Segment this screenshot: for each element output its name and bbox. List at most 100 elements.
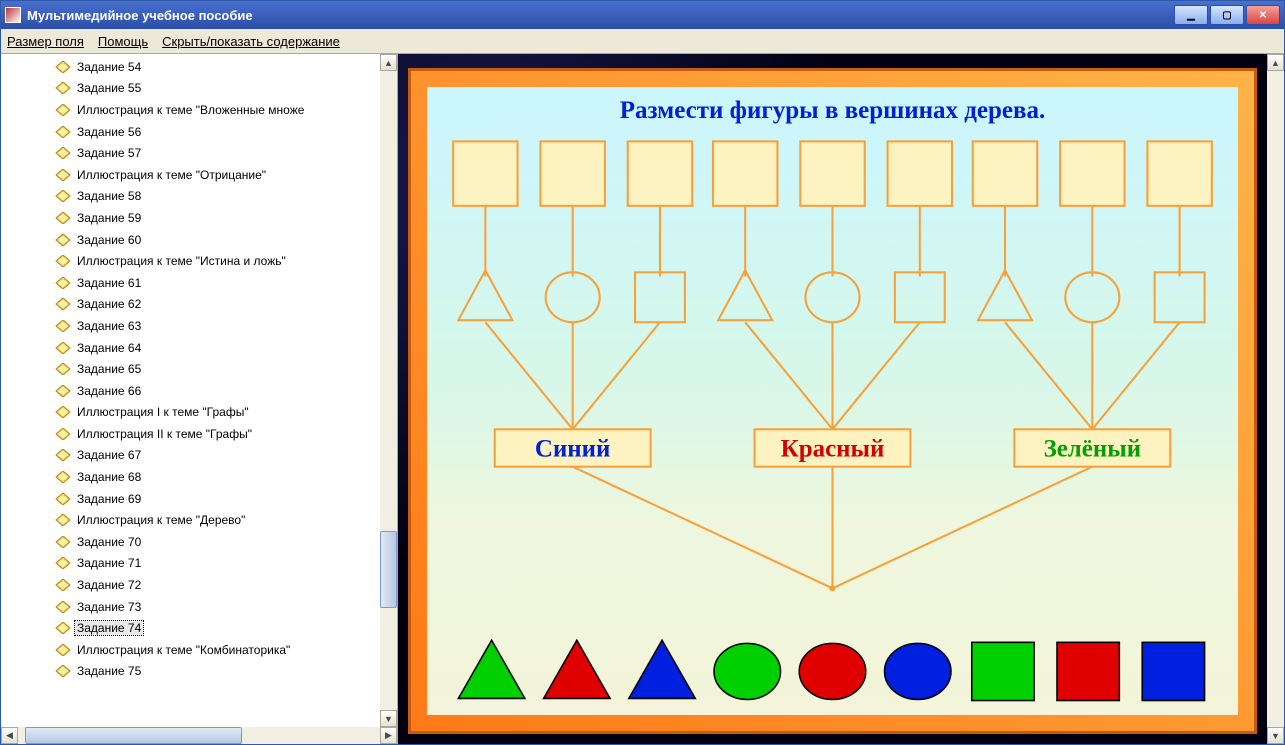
scroll-down-button[interactable]: ▼ (380, 710, 397, 727)
toc-item[interactable]: Задание 63 (1, 315, 380, 337)
toc-item[interactable]: Иллюстрация к теме "Дерево" (1, 509, 380, 531)
leaf-slot[interactable] (1060, 141, 1124, 205)
leaf-slot[interactable] (713, 141, 777, 205)
leaf-slot[interactable] (973, 141, 1037, 205)
toc-item[interactable]: Задание 68 (1, 466, 380, 488)
toc-item[interactable]: Задание 56 (1, 121, 380, 143)
scroll-track-h[interactable] (18, 727, 380, 744)
toc-item[interactable]: Задание 72 (1, 574, 380, 596)
toc-item[interactable]: Задание 55 (1, 78, 380, 100)
shape-node[interactable] (1065, 272, 1119, 322)
palette-shape[interactable] (1142, 642, 1204, 700)
palette-shape[interactable] (714, 643, 781, 699)
palette-shape[interactable] (544, 640, 611, 698)
toc-item-label: Задание 70 (75, 535, 143, 549)
toc-item[interactable]: Задание 59 (1, 207, 380, 229)
content-scroll-down-button[interactable]: ▼ (1267, 727, 1284, 744)
page-icon (55, 234, 71, 246)
scroll-right-button[interactable]: ▶ (380, 727, 397, 744)
shape-node[interactable] (1155, 272, 1205, 322)
shape-node[interactable] (895, 272, 945, 322)
minimize-button[interactable]: ▁ (1174, 5, 1208, 25)
titlebar[interactable]: Мультимедийное учебное пособие ▁ ▢ ✕ (1, 1, 1284, 29)
shape-node[interactable] (635, 272, 685, 322)
shape-node[interactable] (458, 270, 512, 320)
page-icon (55, 82, 71, 94)
leaf-slot[interactable] (800, 141, 864, 205)
toc-item[interactable]: Иллюстрация I к теме "Графы" (1, 402, 380, 424)
content-scroll-up-button[interactable]: ▲ (1267, 54, 1284, 71)
page-icon (55, 514, 71, 526)
toc-item[interactable]: Задание 57 (1, 142, 380, 164)
page-icon (55, 579, 71, 591)
page-icon (55, 665, 71, 677)
toc-item-label: Иллюстрация к теме "Вложенные множе (75, 103, 306, 117)
toc-item-label: Задание 54 (75, 60, 143, 74)
toc-item[interactable]: Задание 71 (1, 553, 380, 575)
menu-field-size[interactable]: Размер поля (7, 34, 84, 49)
toc-item[interactable]: Задание 73 (1, 596, 380, 618)
toc-item[interactable]: Задание 67 (1, 445, 380, 467)
toc-item[interactable]: Задание 54 (1, 56, 380, 78)
page-icon (55, 190, 71, 202)
palette-shape[interactable] (884, 643, 951, 699)
content-vertical-scrollbar[interactable]: ▲ ▼ (1267, 54, 1284, 744)
toc-item[interactable]: Задание 58 (1, 186, 380, 208)
window-title: Мультимедийное учебное пособие (27, 8, 253, 23)
toc-item[interactable]: Задание 66 (1, 380, 380, 402)
shape-node[interactable] (805, 272, 859, 322)
content-scroll-track[interactable] (1267, 71, 1284, 727)
toc-item[interactable]: Задание 62 (1, 294, 380, 316)
toc-item[interactable]: Задание 64 (1, 337, 380, 359)
palette-shape[interactable] (799, 643, 866, 699)
toc-item[interactable]: Иллюстрация к теме "Вложенные множе (1, 99, 380, 121)
palette-shape[interactable] (1057, 642, 1119, 700)
toc-item-label: Задание 67 (75, 448, 143, 462)
shape-node[interactable] (718, 270, 772, 320)
toc-item[interactable]: Задание 69 (1, 488, 380, 510)
leaf-slot[interactable] (1147, 141, 1211, 205)
toc-item[interactable]: Иллюстрация к теме "Истина и ложь" (1, 250, 380, 272)
toc-item[interactable]: Задание 65 (1, 358, 380, 380)
page-icon (55, 147, 71, 159)
maximize-button[interactable]: ▢ (1210, 5, 1244, 25)
close-button[interactable]: ✕ (1246, 5, 1280, 25)
toc-item-label: Иллюстрация II к теме "Графы" (75, 427, 254, 441)
toc-item[interactable]: Иллюстрация к теме "Отрицание" (1, 164, 380, 186)
palette-shape[interactable] (629, 640, 696, 698)
scroll-thumb-h[interactable] (25, 727, 242, 744)
menu-toggle-toc[interactable]: Скрыть/показать содержание (162, 34, 340, 49)
palette-shape[interactable] (972, 642, 1034, 700)
shape-node[interactable] (546, 272, 600, 322)
toc-item-label: Иллюстрация к теме "Истина и ложь" (75, 254, 288, 268)
leaf-slot[interactable] (888, 141, 952, 205)
scroll-up-button[interactable]: ▲ (380, 54, 397, 71)
leaf-slot[interactable] (453, 141, 517, 205)
page-icon (55, 298, 71, 310)
scroll-thumb[interactable] (380, 531, 397, 608)
sidebar-horizontal-scrollbar[interactable]: ◀ ▶ (1, 727, 397, 744)
leaf-slot[interactable] (628, 141, 692, 205)
toc-item-label: Задание 69 (75, 492, 143, 506)
menu-help[interactable]: Помощь (98, 34, 148, 49)
scroll-track[interactable] (380, 71, 397, 710)
toc-item[interactable]: Задание 60 (1, 229, 380, 251)
leaf-slot[interactable] (540, 141, 604, 205)
toc-tree[interactable]: Задание 54 Задание 55 Иллюстрация к теме… (1, 54, 380, 727)
page-icon (55, 277, 71, 289)
toc-item-label: Иллюстрация I к теме "Графы" (75, 405, 251, 419)
toc-item[interactable]: Задание 74 (1, 617, 380, 639)
toc-item[interactable]: Задание 61 (1, 272, 380, 294)
toc-item[interactable]: Задание 75 (1, 661, 380, 683)
palette-shape[interactable] (458, 640, 525, 698)
tree-diagram[interactable]: СинийКрасныйЗелёный (427, 131, 1238, 713)
shape-node[interactable] (978, 270, 1032, 320)
sidebar: Задание 54 Задание 55 Иллюстрация к теме… (1, 54, 398, 744)
toc-item-label: Задание 74 (75, 621, 143, 635)
toc-item[interactable]: Иллюстрация к теме "Комбинаторика" (1, 639, 380, 661)
scroll-left-button[interactable]: ◀ (1, 727, 18, 744)
toc-item[interactable]: Задание 70 (1, 531, 380, 553)
sidebar-vertical-scrollbar[interactable]: ▲ ▼ (380, 54, 397, 727)
toc-item[interactable]: Иллюстрация II к теме "Графы" (1, 423, 380, 445)
page-icon (55, 449, 71, 461)
